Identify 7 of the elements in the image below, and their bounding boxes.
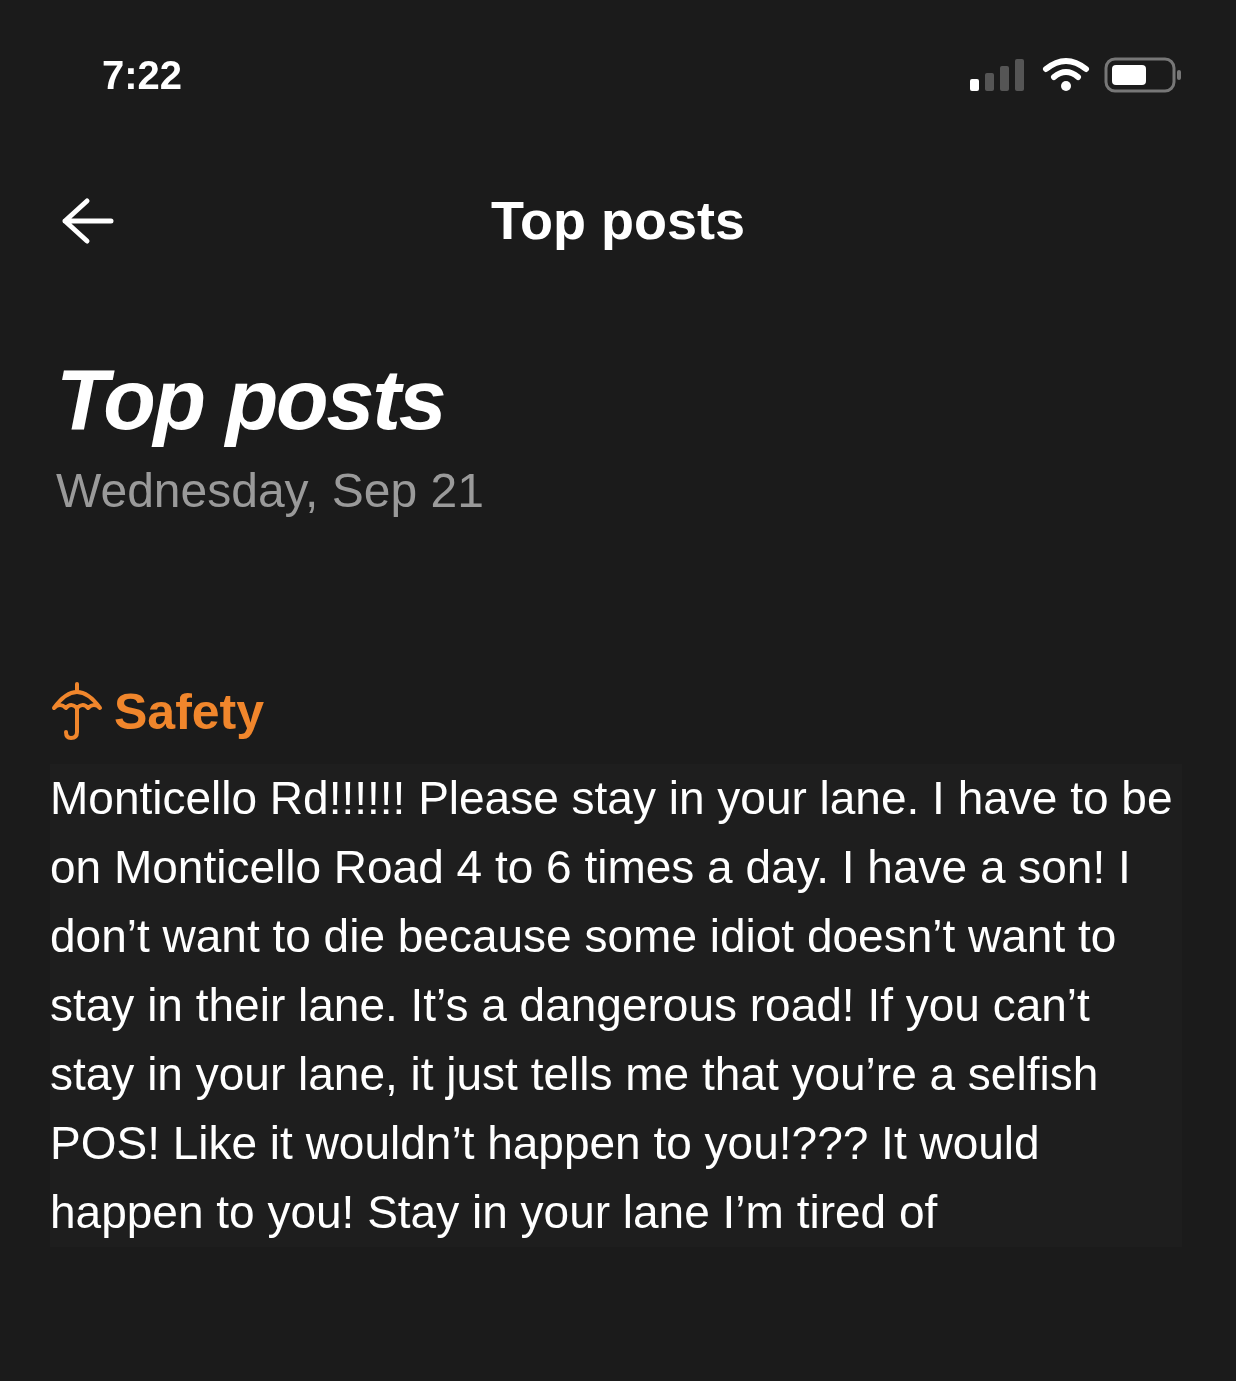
page-date: Wednesday, Sep 21	[56, 466, 485, 515]
status-time: 7:22	[102, 52, 183, 99]
nav-title: Top posts	[491, 188, 745, 252]
wifi-icon	[1042, 57, 1090, 93]
battery-icon	[1104, 55, 1184, 95]
page-title: Top posts	[56, 350, 446, 449]
category-label: Safety	[114, 682, 265, 742]
